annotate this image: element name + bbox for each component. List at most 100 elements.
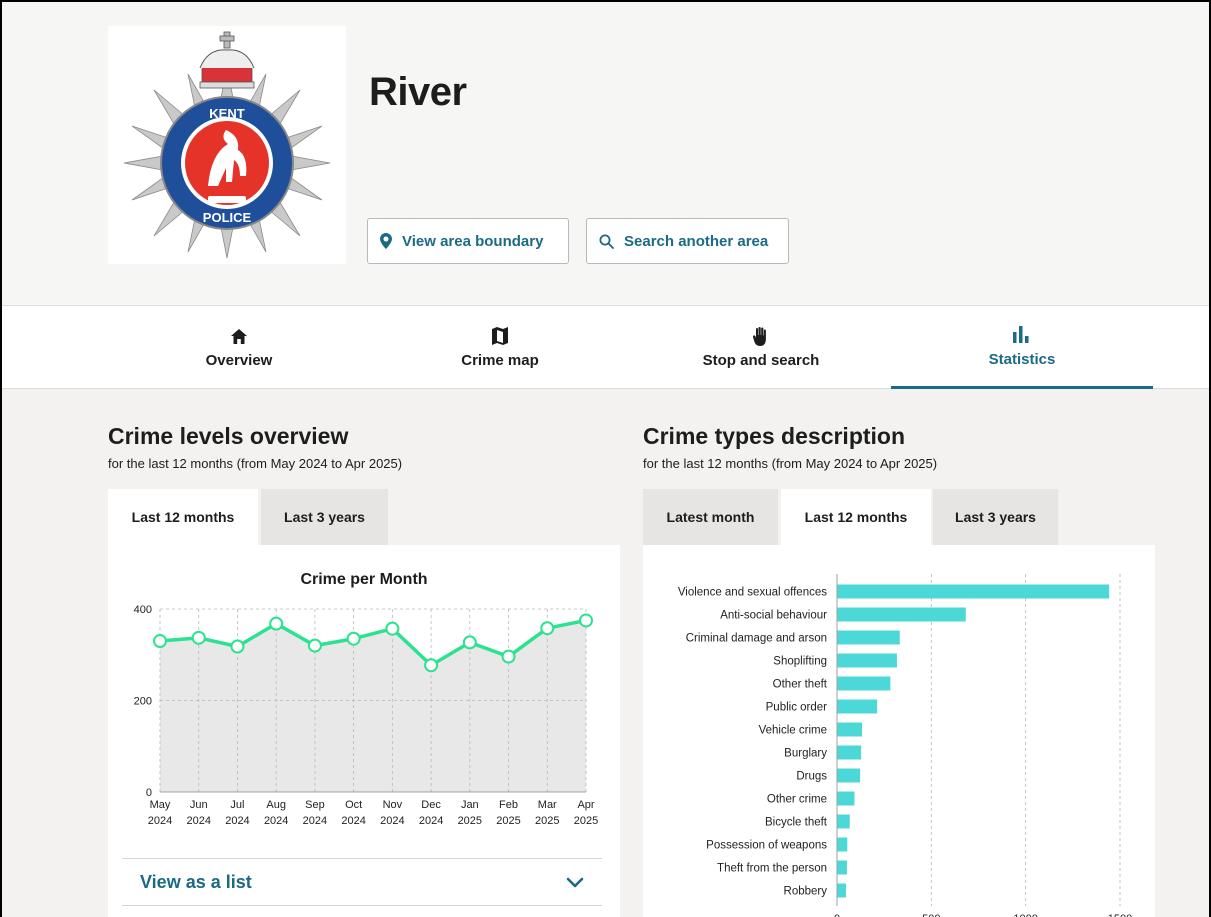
data-point	[462, 635, 477, 650]
bar	[837, 883, 846, 898]
x-tick-label-month: Jan	[461, 799, 479, 811]
data-point	[191, 630, 206, 645]
crime-types-panel: 0 500 1000 1500 Violence and sexual offences…	[643, 545, 1155, 917]
x-tick-label-month: Jun	[190, 799, 208, 811]
category-label: Anti-social behaviour	[720, 610, 827, 622]
bar	[837, 676, 891, 691]
nav-item-stop-and-search[interactable]: Stop and search	[630, 306, 892, 389]
x-tick-label-month: Mar	[538, 799, 557, 811]
category-label: Other theft	[773, 679, 828, 691]
data-point	[540, 621, 555, 636]
category-label: Robbery	[784, 886, 828, 898]
x-tick-label: 1000	[1013, 913, 1037, 917]
logo-text-bottom: POLICE	[203, 210, 252, 225]
search-icon	[599, 234, 614, 249]
category-label: Vehicle crime	[759, 725, 827, 737]
nav-item-overview-label: Overview	[205, 352, 273, 369]
map-icon	[492, 326, 508, 346]
x-tick-label-year: 2024	[225, 815, 249, 827]
crime-types-tabs: Latest month Last 12 months Last 3 years	[643, 489, 1155, 545]
tab-latest-month[interactable]: Latest month	[643, 489, 778, 545]
data-point	[424, 658, 439, 673]
view-as-list-toggle[interactable]: View as a list	[122, 858, 602, 906]
area-header: KENT POLICE River View area boundary Sea…	[2, 2, 1209, 306]
x-tick-label-year: 2024	[380, 815, 404, 827]
tab-last-12-months-types[interactable]: Last 12 months	[781, 489, 931, 545]
bar	[837, 653, 897, 668]
tab-last-3-years[interactable]: Last 3 years	[261, 489, 388, 545]
x-tick-label: 0	[834, 913, 840, 917]
x-tick-label: 1500	[1108, 913, 1132, 917]
x-tick-label-year: 2024	[186, 815, 210, 827]
kent-police-logo: KENT POLICE	[108, 26, 346, 264]
x-tick-label-year: 2024	[148, 815, 172, 827]
category-label: Bicycle theft	[765, 817, 828, 829]
bar	[837, 791, 855, 806]
location-pin-icon	[380, 233, 392, 249]
y-tick-label: 400	[134, 604, 152, 616]
page-title: River	[369, 70, 467, 114]
data-point	[307, 638, 322, 653]
search-another-area-label: Search another area	[624, 232, 769, 250]
x-tick-label-month: Sep	[305, 799, 325, 811]
bar	[837, 814, 850, 829]
crime-levels-subtitle: for the last 12 months (from May 2024 to…	[108, 456, 403, 471]
crime-per-month-chart: 0 200 400 May 2024 Jun 2024 Jul 2024 Aug 2024 Sep 20…	[134, 604, 599, 827]
nav-item-crime-map-label: Crime map	[461, 352, 539, 369]
data-point	[153, 634, 167, 649]
category-label: Other crime	[767, 794, 827, 806]
x-tick-label-year: 2024	[419, 815, 443, 827]
chart-title: Crime per Month	[300, 571, 428, 588]
area-navigation: Overview Crime map Stop and search Stati…	[2, 306, 1209, 389]
x-tick-label-month: Nov	[383, 799, 403, 811]
x-tick-label-month: Jul	[230, 799, 244, 811]
nav-item-overview[interactable]: Overview	[108, 306, 370, 389]
nav-item-crime-map[interactable]: Crime map	[369, 306, 631, 389]
tab-last-3-years-types[interactable]: Last 3 years	[933, 489, 1058, 545]
page-frame: KENT POLICE River View area boundary Sea…	[0, 0, 1211, 917]
crime-levels-tabs: Last 12 months Last 3 years	[108, 489, 620, 545]
crime-types-chart: 0 500 1000 1500 Violence and sexual offences…	[678, 574, 1132, 917]
x-tick-label-month: Apr	[577, 799, 594, 811]
crime-levels-title: Crime levels overview	[108, 423, 349, 449]
x-tick-label-month: Aug	[266, 799, 286, 811]
tab-last-12-months[interactable]: Last 12 months	[108, 489, 258, 545]
logo-text-top: KENT	[209, 106, 244, 121]
bar	[837, 607, 966, 622]
crime-per-month-panel: Crime per Month 0 200 400 May 2024 Jun 2024 Jul…	[108, 545, 620, 917]
bar	[837, 630, 900, 645]
chevron-down-icon	[566, 877, 584, 887]
view-area-boundary-button[interactable]: View area boundary	[367, 218, 569, 264]
x-tick-label-month: May	[150, 799, 171, 811]
crime-types-title: Crime types description	[643, 423, 906, 449]
x-tick-label-year: 2025	[458, 815, 482, 827]
crime-types-subtitle: for the last 12 months (from May 2024 to…	[643, 456, 938, 471]
bar	[837, 584, 1110, 599]
bar	[837, 699, 878, 714]
category-label: Theft from the person	[717, 863, 827, 875]
category-label: Violence and sexual offences	[678, 587, 827, 599]
hand-icon	[753, 326, 769, 346]
x-tick-label-month: Dec	[421, 799, 441, 811]
x-tick-label-year: 2025	[574, 815, 598, 827]
view-area-boundary-label: View area boundary	[402, 232, 544, 250]
x-tick-label-year: 2025	[535, 815, 559, 827]
data-point	[230, 639, 245, 654]
view-as-list-label: View as a list	[140, 871, 252, 892]
category-label: Shoplifting	[773, 656, 827, 668]
x-tick-label-month: Oct	[345, 799, 362, 811]
category-label: Burglary	[784, 748, 827, 760]
y-tick-label: 200	[134, 696, 152, 708]
data-point	[579, 613, 593, 628]
category-label: Public order	[766, 702, 828, 714]
search-another-area-button[interactable]: Search another area	[586, 218, 789, 264]
bar	[837, 768, 861, 783]
nav-item-statistics[interactable]: Statistics	[891, 306, 1153, 389]
data-point	[501, 649, 516, 664]
bar	[837, 860, 847, 875]
category-label: Possession of weapons	[706, 840, 827, 852]
nav-item-stop-and-search-label: Stop and search	[702, 352, 820, 369]
bar	[837, 745, 862, 760]
data-point	[385, 621, 400, 636]
nav-item-statistics-label: Statistics	[988, 350, 1056, 368]
